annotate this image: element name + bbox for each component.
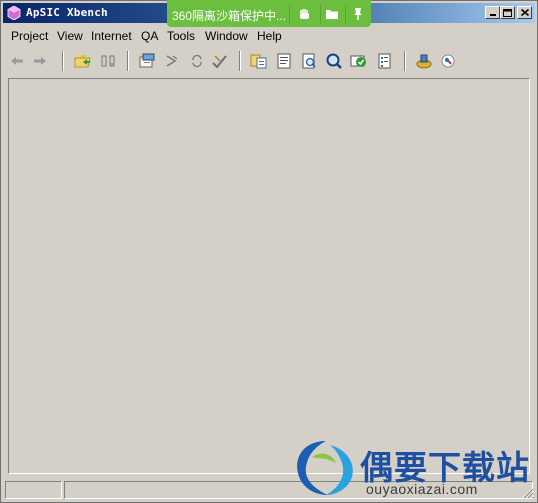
sandbox-status-text: 360隔离沙箱保护中... <box>172 9 287 23</box>
qa-check-icon <box>350 55 366 67</box>
tools-button[interactable] <box>211 52 229 70</box>
project-properties-icon <box>139 53 155 68</box>
close-icon <box>520 9 529 16</box>
find-button[interactable] <box>300 52 318 70</box>
ouyaoxiazai-logo-icon <box>297 441 353 495</box>
minimize-button[interactable] <box>485 6 500 19</box>
maximize-button[interactable] <box>500 6 515 19</box>
toolbar-separator <box>127 51 129 71</box>
sandbox-hand-icon <box>300 9 309 19</box>
sync-button[interactable] <box>188 52 206 70</box>
settings-button[interactable] <box>415 52 433 70</box>
watermark-url: ouyaoxiazai.com <box>366 481 478 497</box>
copy-button[interactable] <box>250 52 268 70</box>
back-button[interactable] <box>8 52 26 70</box>
sync-icon <box>192 54 202 68</box>
search-magnify-icon <box>326 53 342 69</box>
status-panel-1 <box>5 481 62 499</box>
find-icon <box>302 53 316 69</box>
document-list-button[interactable] <box>275 52 293 70</box>
search-button[interactable] <box>325 52 343 70</box>
open-folder-icon <box>74 55 91 68</box>
menu-qa[interactable]: QA <box>141 29 158 43</box>
checklist-button[interactable] <box>375 52 393 70</box>
document-list-icon <box>277 53 291 69</box>
app-window: ApSIC Xbench Project View Internet QA To… <box>0 0 538 503</box>
menu-internet[interactable]: Internet <box>91 29 132 43</box>
copy-icon <box>250 54 267 69</box>
sandbox-folder-button[interactable] <box>321 5 343 23</box>
maximize-icon <box>503 8 512 17</box>
settings-puzzle-icon <box>416 54 432 69</box>
qa-check-button[interactable] <box>350 52 368 70</box>
toolbar-separator <box>239 51 241 71</box>
help-icon <box>441 54 455 68</box>
tools-check-icon <box>212 55 227 69</box>
banner-separator <box>289 4 290 24</box>
forward-arrow-icon <box>34 57 46 65</box>
menu-project[interactable]: Project <box>11 29 48 43</box>
menu-help[interactable]: Help <box>257 29 282 43</box>
help-button[interactable] <box>439 52 457 70</box>
device-button[interactable] <box>99 52 117 70</box>
minimize-icon <box>489 14 496 16</box>
toolbar-separator <box>404 51 406 71</box>
menu-window[interactable]: Window <box>205 29 248 43</box>
forward-button[interactable] <box>31 52 49 70</box>
close-button[interactable] <box>517 6 532 19</box>
menu-tools[interactable]: Tools <box>167 29 195 43</box>
folder-icon <box>326 10 338 19</box>
refresh-icon <box>166 55 178 67</box>
open-project-button[interactable] <box>74 52 92 70</box>
refresh-button[interactable] <box>163 52 181 70</box>
project-properties-button[interactable] <box>138 52 156 70</box>
back-arrow-icon <box>11 57 23 65</box>
sandbox-banner: 360隔离沙箱保护中... <box>167 0 371 27</box>
toolbar <box>3 47 535 75</box>
menu-view[interactable]: View <box>57 29 83 43</box>
sandbox-pin-button[interactable] <box>347 5 369 23</box>
pin-icon <box>354 8 362 20</box>
sandbox-manage-button[interactable] <box>294 5 316 23</box>
menu-bar: Project View Internet QA Tools Window He… <box>3 26 535 46</box>
watermark: 偶要下载站 ouyaoxiazai.com <box>290 437 530 499</box>
window-title: ApSIC Xbench <box>26 6 108 19</box>
checklist-icon <box>378 53 391 69</box>
toolbar-separator <box>62 51 64 71</box>
apsic-app-icon <box>7 6 21 20</box>
banner-separator <box>345 4 346 24</box>
mdi-client-area[interactable] <box>8 78 530 474</box>
mobile-device-icon <box>101 55 115 67</box>
